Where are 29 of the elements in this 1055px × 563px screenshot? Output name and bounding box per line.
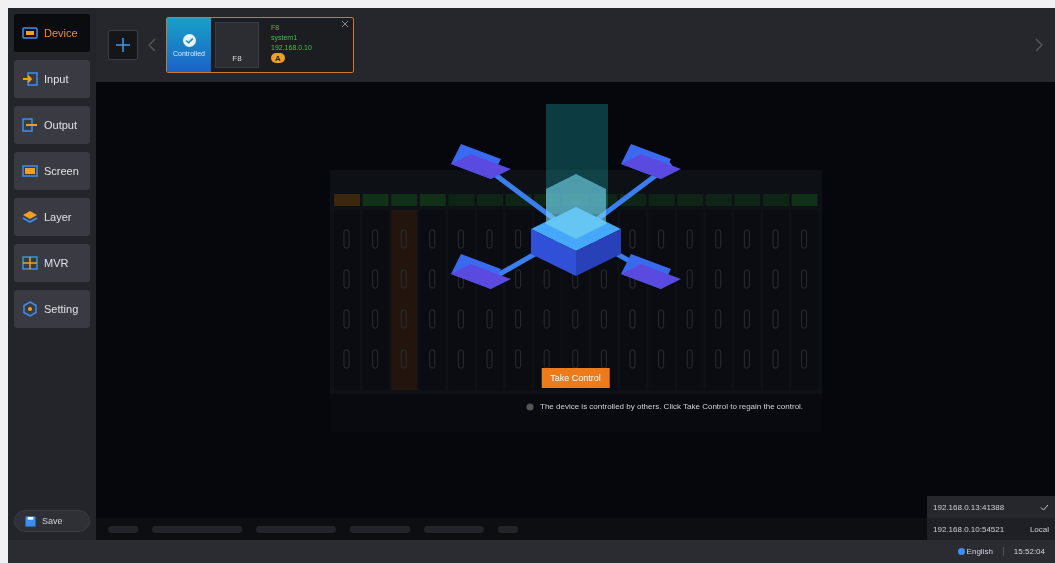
connection-item[interactable]: 192.168.0.13:41388: [927, 496, 1055, 518]
screen-icon: [22, 163, 38, 179]
sidebar-item[interactable]: MVR: [14, 244, 90, 282]
layer-icon: [22, 209, 38, 225]
clock-time: 15:52:04: [1002, 547, 1045, 556]
input-icon: [22, 71, 38, 87]
sidebar-item[interactable]: Layer: [14, 198, 90, 236]
device-badge: A: [271, 53, 285, 63]
setting-icon: [22, 301, 38, 317]
connection-address: 192.168.0.10:54521: [933, 524, 1005, 534]
add-device-button[interactable]: [108, 30, 138, 60]
language-selector[interactable]: English: [957, 547, 993, 556]
close-icon[interactable]: [342, 21, 348, 28]
check-icon: [1040, 503, 1049, 511]
device-icon: [22, 25, 38, 41]
sidebar-item[interactable]: Input: [14, 60, 90, 98]
sidebar-item[interactable]: Output: [14, 106, 90, 144]
mvr-icon: [22, 255, 38, 271]
sidebar-item[interactable]: Device: [14, 14, 90, 52]
check-circle-icon: [182, 33, 196, 47]
sidebar-item[interactable]: Setting: [14, 290, 90, 328]
save-button[interactable]: Save: [14, 510, 90, 532]
sidebar-item[interactable]: Screen: [14, 152, 90, 190]
thumbnail-label: F8: [232, 54, 242, 63]
plus-icon: [116, 38, 130, 52]
control-message: The device is controlled by others. Click Take Control to regain the control.: [540, 402, 804, 411]
connection-tag: Local: [1029, 524, 1049, 534]
connection-address: 192.168.0.13:41388: [933, 502, 1005, 512]
output-icon: [22, 117, 38, 133]
